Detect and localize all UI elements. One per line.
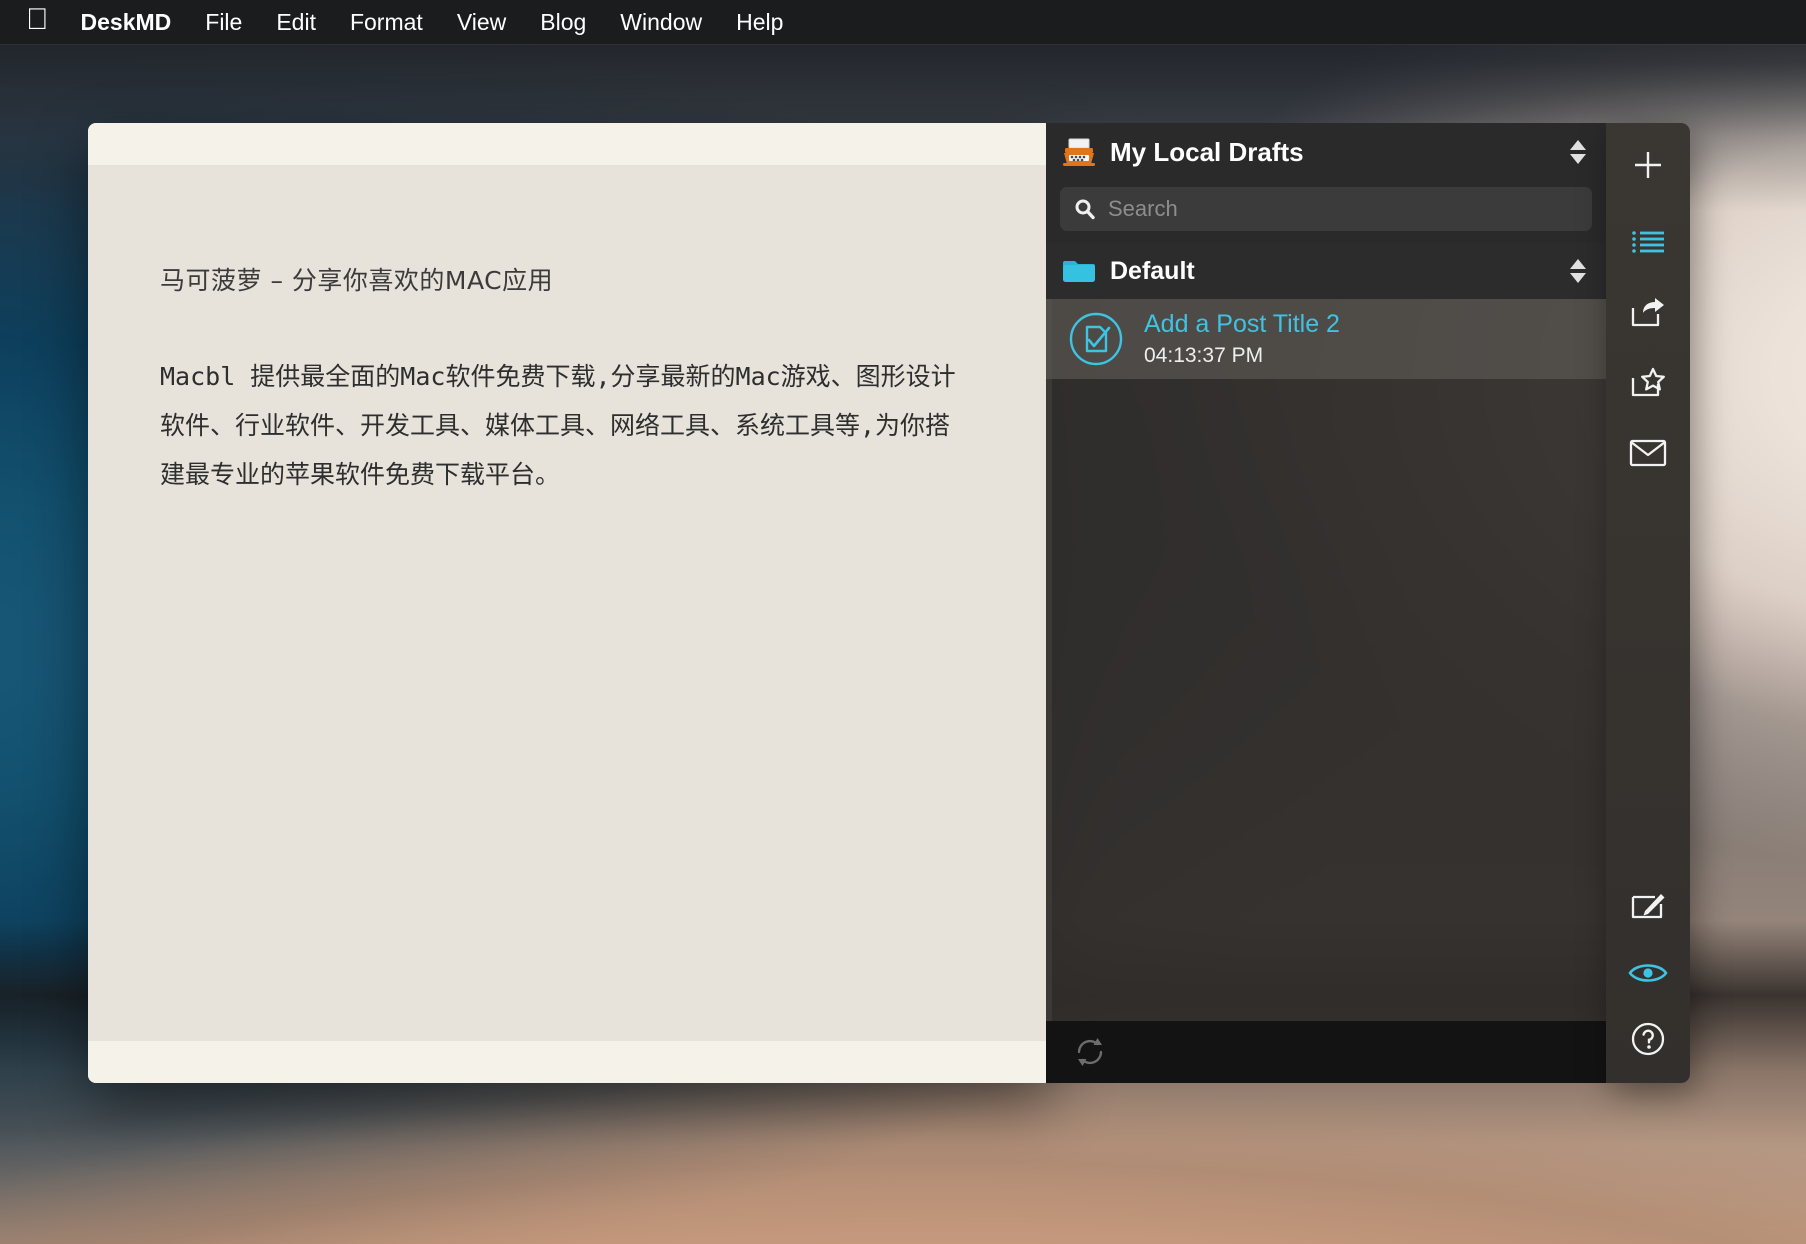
post-text: Add a Post Title 2 04:13:37 PM: [1144, 309, 1340, 370]
chevron-down-icon: [1570, 154, 1586, 164]
menu-item-help[interactable]: Help: [736, 9, 783, 36]
chevron-up-icon: [1570, 259, 1586, 269]
right-toolbar: [1606, 123, 1690, 1083]
question-circle-icon: [1630, 1021, 1666, 1057]
list-button[interactable]: [1606, 215, 1690, 271]
chevron-up-icon: [1570, 140, 1586, 150]
menu-item-file[interactable]: File: [205, 9, 242, 36]
document-heading: 马可菠萝 – 分享你喜欢的MAC应用: [160, 261, 980, 297]
search-container: [1046, 181, 1606, 243]
editor-top-bar: [88, 123, 1052, 165]
folder-name: Default: [1110, 257, 1568, 286]
share-icon: [1629, 297, 1667, 329]
drafts-sort-stepper[interactable]: [1568, 140, 1588, 164]
envelope-icon: [1629, 439, 1667, 467]
apple-logo-icon[interactable]: : [26, 5, 49, 35]
menu-item-deskmd[interactable]: DeskMD: [81, 9, 172, 36]
edit-pencil-icon: [1630, 893, 1666, 921]
plus-icon: [1631, 148, 1665, 182]
document-paragraph: Macbl 提供最全面的Mac软件免费下载,分享最新的Mac游戏、图形设计软件、…: [160, 353, 960, 499]
eye-icon: [1628, 960, 1668, 986]
search-icon: [1074, 198, 1096, 220]
menu-item-edit[interactable]: Edit: [276, 9, 316, 36]
folder-icon: [1062, 258, 1096, 284]
drafts-panel: My Local Drafts: [1046, 123, 1606, 1083]
edit-button[interactable]: [1606, 879, 1690, 935]
favorite-button[interactable]: [1606, 355, 1690, 411]
search-input[interactable]: [1108, 196, 1578, 222]
menu-bar:  DeskMD File Edit Format View Blog Wind…: [0, 0, 1806, 44]
post-list: Add a Post Title 2 04:13:37 PM: [1046, 299, 1606, 1021]
menu-item-blog[interactable]: Blog: [540, 9, 586, 36]
post-title: Add a Post Title 2: [1144, 310, 1340, 338]
desktop-background:  DeskMD File Edit Format View Blog Wind…: [0, 0, 1806, 1244]
document-check-icon: [1068, 311, 1124, 367]
editor-window: 马可菠萝 – 分享你喜欢的MAC应用 Macbl 提供最全面的Mac软件免费下载…: [88, 123, 1052, 1083]
drafts-title: My Local Drafts: [1110, 137, 1568, 168]
list-icon: [1631, 230, 1665, 256]
chevron-down-icon: [1570, 273, 1586, 283]
help-button[interactable]: [1606, 1011, 1690, 1067]
typewriter-icon: [1062, 137, 1096, 167]
editor-text-area[interactable]: 马可菠萝 – 分享你喜欢的MAC应用 Macbl 提供最全面的Mac软件免费下载…: [88, 165, 1052, 1041]
menu-item-window[interactable]: Window: [620, 9, 702, 36]
folder-header[interactable]: Default: [1046, 243, 1606, 299]
add-button[interactable]: [1606, 137, 1690, 193]
editor-bottom-bar: [88, 1041, 1052, 1083]
folder-sort-stepper[interactable]: [1568, 259, 1588, 283]
search-box[interactable]: [1060, 187, 1592, 231]
post-timestamp: 04:13:37 PM: [1144, 342, 1340, 369]
menu-item-view[interactable]: View: [457, 9, 506, 36]
refresh-icon[interactable]: [1072, 1034, 1108, 1070]
star-box-icon: [1629, 367, 1667, 399]
drafts-footer: [1046, 1021, 1606, 1083]
drafts-header: My Local Drafts: [1046, 123, 1606, 181]
menu-item-format[interactable]: Format: [350, 9, 423, 36]
mail-button[interactable]: [1606, 425, 1690, 481]
preview-button[interactable]: [1606, 945, 1690, 1001]
share-button[interactable]: [1606, 285, 1690, 341]
list-item[interactable]: Add a Post Title 2 04:13:37 PM: [1046, 299, 1606, 379]
